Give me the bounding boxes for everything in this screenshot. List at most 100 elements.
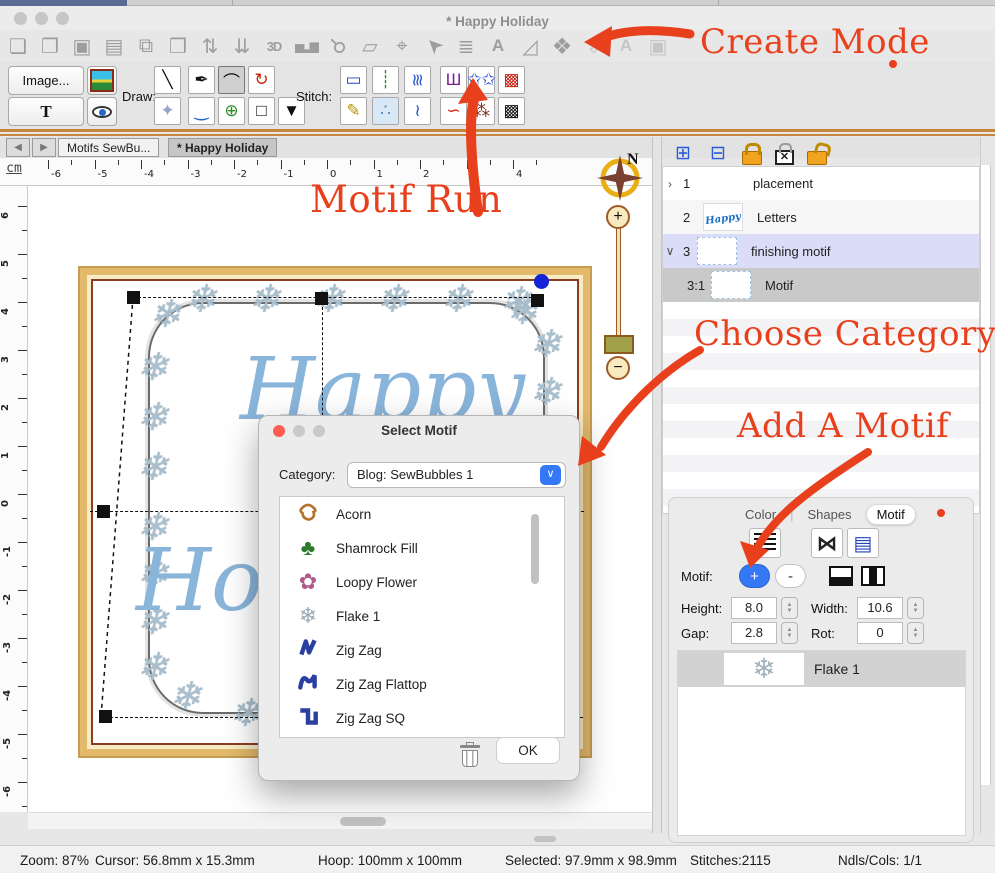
gap-stepper[interactable] xyxy=(781,622,798,644)
next-tab-button[interactable]: ▶ xyxy=(32,138,56,157)
visibility-button[interactable] xyxy=(87,97,117,126)
list-item-flake1[interactable]: ❄ Flake 1 xyxy=(280,599,564,633)
tab-motif[interactable]: Motif xyxy=(866,504,916,525)
motif-list-row-flake1[interactable]: ❄ Flake 1 xyxy=(678,651,965,687)
list-item-loopy-flower[interactable]: ✿ Loopy Flower xyxy=(280,565,564,599)
zoom-out-button[interactable]: − xyxy=(606,356,630,380)
zoom-in-button[interactable]: + xyxy=(606,205,630,229)
zoom-slider-handle[interactable] xyxy=(604,335,634,354)
dialog-scrollbar-thumb[interactable] xyxy=(531,514,539,584)
height-stepper[interactable] xyxy=(781,597,798,619)
remove-motif-button[interactable]: - xyxy=(775,564,806,588)
expander-icon[interactable]: ∨ xyxy=(663,244,677,258)
mirror-horizontal-icon[interactable] xyxy=(861,566,885,586)
stitch-outline-button[interactable]: ▭ xyxy=(340,66,367,94)
image-button[interactable]: Image... xyxy=(8,66,84,95)
stitch-run-button[interactable]: ┊ xyxy=(372,66,399,94)
tab-motifs-sewbubbles[interactable]: Motifs SewBu... xyxy=(58,138,159,157)
trash-icon[interactable] xyxy=(459,742,481,768)
density-tool-icon[interactable]: ⌖ xyxy=(390,33,414,59)
list-item-zigzag[interactable]: Zig Zag xyxy=(280,633,564,667)
height-input[interactable]: 8.0 xyxy=(731,597,777,619)
object-row-finishing-motif[interactable]: ∨ 3 finishing motif xyxy=(663,234,979,268)
chevron-down-icon[interactable]: ∨ xyxy=(540,465,561,485)
mirror-vertical-icon[interactable] xyxy=(829,566,853,586)
stitch-chart-icon[interactable]: ▅▂▆ xyxy=(294,33,318,59)
stitch-motif-fill-button[interactable]: ⁂ xyxy=(468,97,495,125)
list-item-shamrock[interactable]: ♣ Shamrock Fill xyxy=(280,531,564,565)
stitch-fill-button[interactable]: ∴ xyxy=(372,97,399,125)
list-item-zigzag-sq[interactable]: Zig Zag SQ xyxy=(280,701,564,735)
pointer-tool-icon[interactable]: ➤ xyxy=(416,28,451,63)
merge-icon[interactable]: ⇩ xyxy=(582,33,606,59)
expand-all-icon[interactable]: ⊞ xyxy=(672,142,694,165)
object-row-motif[interactable]: 3:1 Motif xyxy=(663,268,979,302)
bowtie-style-button[interactable]: ⋈ xyxy=(811,528,843,558)
draw-line-button[interactable]: ╲ xyxy=(154,66,181,94)
selection-handle[interactable] xyxy=(97,505,110,518)
horizontal-scrollbar[interactable] xyxy=(28,812,652,829)
panel-divider[interactable] xyxy=(652,137,662,833)
selection-handle[interactable] xyxy=(315,292,328,305)
paste-icon[interactable]: ❒ xyxy=(166,33,190,59)
ok-button[interactable]: OK xyxy=(496,737,560,764)
new-document-icon[interactable]: ❏ xyxy=(6,33,30,59)
create-mode-icon[interactable]: ❖ xyxy=(550,33,574,59)
text-button[interactable]: T xyxy=(8,97,84,126)
lettering-icon[interactable]: A xyxy=(486,33,510,59)
three-d-view-icon[interactable]: 3D xyxy=(262,33,286,59)
zoom-tool-icon[interactable]: ⚲ xyxy=(320,28,355,63)
tab-happy-holiday[interactable]: * Happy Holiday xyxy=(168,138,277,157)
stitch-motif-run-button[interactable]: ✩✩ xyxy=(468,66,495,94)
image-thumbnail-button[interactable] xyxy=(87,66,117,95)
rot-stepper[interactable] xyxy=(907,622,924,644)
collapse-all-icon[interactable]: ⊟ xyxy=(707,142,729,165)
draw-square-button[interactable]: □ xyxy=(248,97,275,125)
selection-handle[interactable] xyxy=(531,294,544,307)
lock-icon[interactable] xyxy=(742,151,762,165)
add-motif-button[interactable]: + xyxy=(739,564,770,588)
stitch-blanket-button[interactable]: Ш xyxy=(440,66,467,94)
save-icon[interactable]: ▣ xyxy=(70,33,94,59)
letter-icon[interactable]: A xyxy=(614,33,638,59)
list-item-zigzag-flattop[interactable]: Zig Zag Flattop xyxy=(280,667,564,701)
hoop-return-icon[interactable]: ⇊ xyxy=(230,33,254,59)
draw-curve-button[interactable]: ‿ xyxy=(188,97,215,125)
hoop-send-icon[interactable]: ⇅ xyxy=(198,33,222,59)
selection-handle[interactable] xyxy=(99,710,112,723)
list-item-acorn[interactable]: Acorn xyxy=(280,497,564,531)
print-icon[interactable]: ▤ xyxy=(102,33,126,59)
lock-none-icon[interactable]: ✕ xyxy=(775,150,794,165)
stitch-crosshatch-fill-button[interactable]: ▩ xyxy=(498,97,525,125)
scrollbar-thumb[interactable] xyxy=(340,817,386,826)
object-row-letters[interactable]: 2 Happy Holidays Letters xyxy=(663,200,979,234)
stamp-icon[interactable]: ▣ xyxy=(646,33,670,59)
motif-run-style-button[interactable] xyxy=(749,528,781,558)
draw-rotate-button[interactable]: ↻ xyxy=(248,66,275,94)
draw-add-point-button[interactable]: ⊕ xyxy=(218,97,245,125)
draw-pen-button[interactable]: ✒ xyxy=(188,66,215,94)
object-row-placement[interactable]: › 1 placement xyxy=(663,167,979,200)
width-input[interactable]: 10.6 xyxy=(857,597,903,619)
stitch-zigzag-button[interactable]: ≀ xyxy=(404,97,431,125)
draw-arc-button[interactable]: ⌒ xyxy=(218,66,245,94)
open-file-icon[interactable]: ❐ xyxy=(38,33,62,59)
tab-color[interactable]: Color xyxy=(735,505,786,524)
rot-input[interactable]: 0 xyxy=(857,622,903,644)
unlock-icon[interactable] xyxy=(807,151,827,165)
tab-shapes[interactable]: Shapes xyxy=(797,505,861,524)
selection-handle[interactable] xyxy=(127,291,140,304)
edit-motif-button[interactable]: ▤ xyxy=(847,528,879,558)
stitch-crosshatch-button[interactable]: ▩ xyxy=(498,66,525,94)
splitter-handle[interactable] xyxy=(534,836,556,842)
zoom-slider-track[interactable] xyxy=(616,226,621,338)
expander-icon[interactable]: › xyxy=(663,177,677,191)
angle-tool-icon[interactable]: ◿ xyxy=(518,33,542,59)
start-point-marker[interactable] xyxy=(534,274,549,289)
notes-icon[interactable]: ≣ xyxy=(454,33,478,59)
stitch-stipple-button[interactable]: ∽ xyxy=(440,97,467,125)
prev-tab-button[interactable]: ◀ xyxy=(6,138,30,157)
copy-icon[interactable]: ⧉ xyxy=(134,33,158,59)
gap-input[interactable]: 2.8 xyxy=(731,622,777,644)
ruler-tool-icon[interactable]: ▱ xyxy=(358,33,382,59)
